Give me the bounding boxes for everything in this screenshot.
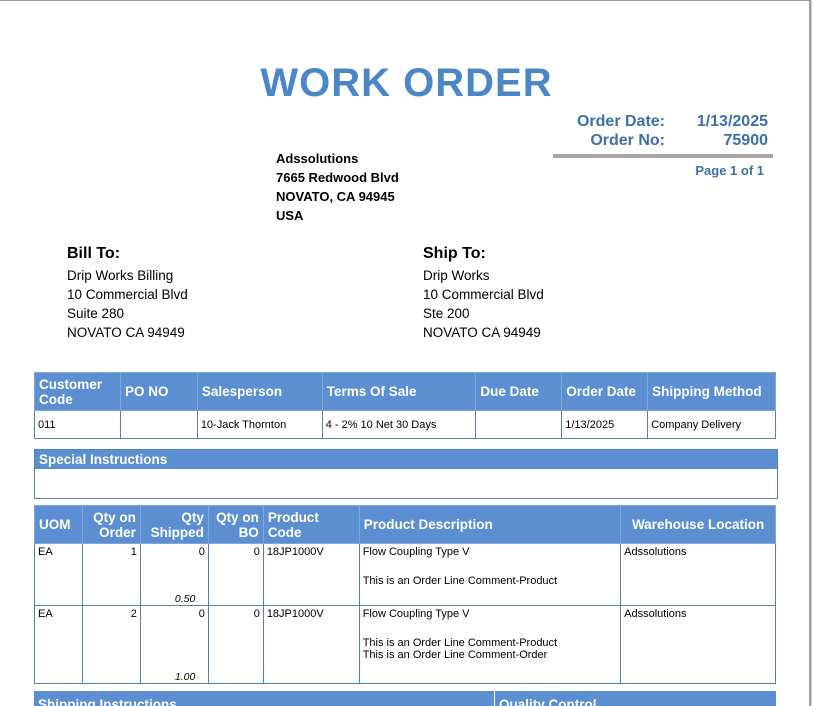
qty-shipped-value: 0 [198, 608, 205, 620]
col-qty-on-order: Qty on Order [81, 505, 141, 544]
ship-to-block: Ship To: Drip Works 10 Commercial Blvd S… [423, 245, 544, 342]
col-warehouse-location: Warehouse Location [620, 505, 776, 544]
col-qty-shipped: Qty Shipped [139, 505, 209, 544]
page-number: Page 1 of 1 [695, 163, 764, 178]
cell-product-code: 18JP1000V [262, 605, 360, 684]
col-due-date: Due Date [475, 372, 563, 411]
col-uom: UOM [34, 505, 83, 544]
footer-divider [494, 691, 495, 706]
special-instructions-text [35, 469, 777, 473]
col-customer-code: Customer Code [34, 372, 121, 411]
col-order-date: Order Date [561, 372, 649, 411]
cell-qty-on-bo: 0 [207, 543, 264, 606]
company-line3: USA [276, 208, 304, 223]
qty-shipped-subvalue: 1.00 [174, 671, 196, 683]
document-title: WORK ORDER [260, 61, 553, 105]
company-line1: 7665 Redwood Blvd [276, 170, 399, 185]
bill-to-line: 10 Commercial Blvd [67, 287, 188, 302]
company-address: Adssolutions 7665 Redwood Blvd NOVATO, C… [276, 149, 399, 225]
ship-to-line: Drip Works [423, 268, 490, 283]
order-date-label: Order Date: [576, 113, 665, 130]
cell-product-description: Flow Coupling Type V This is an Order Li… [358, 605, 622, 684]
order-info-row: 011 10-Jack Thornton 4 - 2% 10 Net 30 Da… [34, 410, 776, 439]
quality-control-heading: Quality Control [499, 697, 597, 706]
bill-to-line: Suite 280 [67, 306, 125, 321]
cell-uom: EA [34, 543, 83, 606]
bill-to-heading: Bill To: [67, 245, 121, 262]
cell-qty-shipped: 0 1.00 [139, 605, 209, 684]
line-comment: This is an Order Line Comment-Product [362, 575, 558, 587]
special-instructions-heading: Special Instructions [35, 450, 777, 469]
line-comment: This is an Order Line Comment-Order [362, 649, 548, 661]
product-description: Flow Coupling Type V [362, 546, 470, 558]
ship-to-line: 10 Commercial Blvd [423, 287, 544, 302]
cell-order-date: 1/13/2025 [561, 410, 649, 439]
col-product-code: Product Code [262, 505, 360, 544]
line-comment: This is an Order Line Comment-Product [362, 637, 558, 649]
cell-qty-on-bo: 0 [207, 605, 264, 684]
footer-header-bar: Shipping Instructions Quality Control [34, 691, 776, 706]
cell-product-code: 18JP1000V [262, 543, 360, 606]
cell-terms-of-sale: 4 - 2% 10 Net 30 Days [321, 410, 477, 439]
cell-qty-on-order: 1 [81, 543, 141, 606]
bill-to-line: Drip Works Billing [67, 268, 174, 283]
cell-product-description: Flow Coupling Type V This is an Order Li… [358, 543, 622, 606]
col-salesperson: Salesperson [196, 372, 323, 411]
document-page: WORK ORDER Order Date: 1/13/2025 Order N… [0, 0, 811, 706]
order-date-value: 1/13/2025 [696, 113, 768, 130]
cell-po-no [119, 410, 198, 439]
product-description: Flow Coupling Type V [362, 608, 470, 620]
cell-warehouse-location: Adssolutions [620, 543, 776, 606]
line-items-table: UOM Qty on Order Qty Shipped Qty on BO P… [34, 505, 776, 684]
col-qty-on-bo: Qty on BO [207, 505, 264, 544]
cell-customer-code: 011 [34, 410, 121, 439]
qty-shipped-value: 0 [198, 546, 205, 558]
table-row: EA 1 0 0.50 0 18JP1000V Flow Coupling Ty… [34, 543, 776, 606]
order-no-label: Order No: [590, 132, 665, 149]
cell-qty-shipped: 0 0.50 [139, 543, 209, 606]
cell-uom: EA [34, 605, 83, 684]
bill-to-line: NOVATO CA 94949 [67, 325, 185, 340]
ship-to-line: Ste 200 [423, 306, 470, 321]
bill-to-block: Bill To: Drip Works Billing 10 Commercia… [67, 245, 188, 342]
cell-warehouse-location: Adssolutions [620, 605, 776, 684]
qty-shipped-subvalue: 0.50 [174, 593, 196, 605]
meta-divider [553, 154, 773, 158]
cell-shipping-method: Company Delivery [647, 410, 776, 439]
ship-to-heading: Ship To: [423, 245, 486, 262]
col-shipping-method: Shipping Method [647, 372, 776, 411]
shipping-instructions-heading: Shipping Instructions [38, 697, 177, 706]
cell-qty-on-order: 2 [81, 605, 141, 684]
order-info-table: Customer Code PO NO Salesperson Terms Of… [34, 372, 776, 439]
company-line2: NOVATO, CA 94945 [276, 189, 395, 204]
col-terms-of-sale: Terms Of Sale [321, 372, 477, 411]
col-po-no: PO NO [119, 372, 198, 411]
company-name: Adssolutions [276, 151, 359, 166]
special-instructions-box: Special Instructions [34, 449, 778, 499]
cell-due-date [475, 410, 563, 439]
ship-to-line: NOVATO CA 94949 [423, 325, 541, 340]
cell-salesperson: 10-Jack Thornton [196, 410, 323, 439]
col-product-description: Product Description [358, 505, 622, 544]
table-row: EA 2 0 1.00 0 18JP1000V Flow Coupling Ty… [34, 605, 776, 684]
order-no-value: 75900 [723, 132, 769, 149]
